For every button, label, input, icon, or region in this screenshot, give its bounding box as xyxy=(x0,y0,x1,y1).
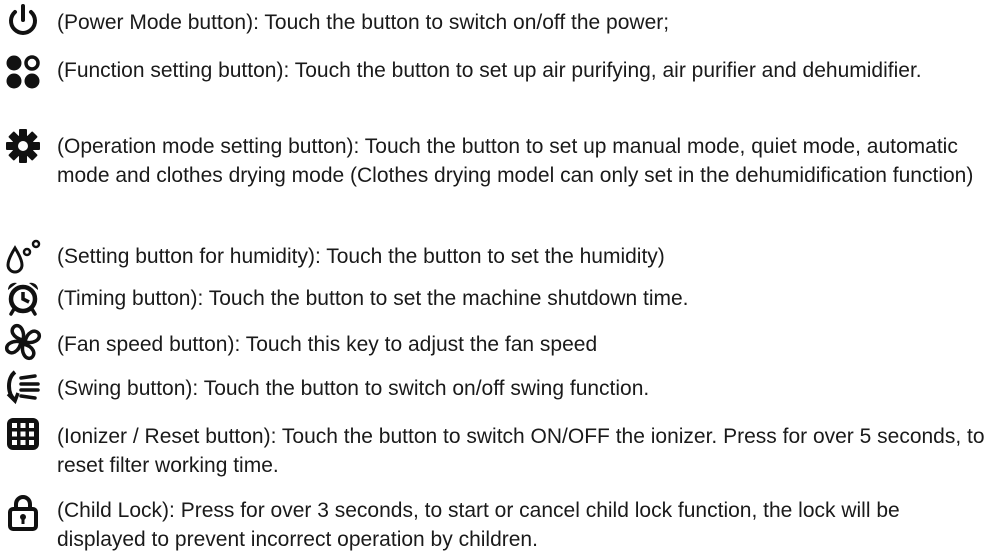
swing-icon xyxy=(3,366,43,406)
item-description: (Fan speed button): Touch this key to ad… xyxy=(57,333,598,356)
power-icon xyxy=(3,2,43,42)
item-description: (Swing button): Touch the button to swit… xyxy=(57,377,650,400)
humidity-drops-icon xyxy=(3,236,43,276)
function-dots-icon xyxy=(3,52,43,92)
child-lock-icon xyxy=(3,492,43,532)
item-description: (Child Lock): Press for over 3 seconds, … xyxy=(57,499,900,551)
fan-icon xyxy=(3,322,43,362)
item-description: (Power Mode button): Touch the button to… xyxy=(57,11,670,34)
item-description: (Operation mode setting button): Touch t… xyxy=(57,135,974,187)
item-description: (Ionizer / Reset button): Touch the butt… xyxy=(57,425,985,477)
item-description: (Timing button): Touch the button to set… xyxy=(57,287,689,310)
item-description: (Setting button for humidity): Touch the… xyxy=(57,245,665,268)
item-description: (Function setting button): Touch the but… xyxy=(57,59,922,82)
alarm-clock-icon xyxy=(3,278,43,318)
gear-icon xyxy=(3,126,43,166)
grid-icon xyxy=(3,414,43,454)
